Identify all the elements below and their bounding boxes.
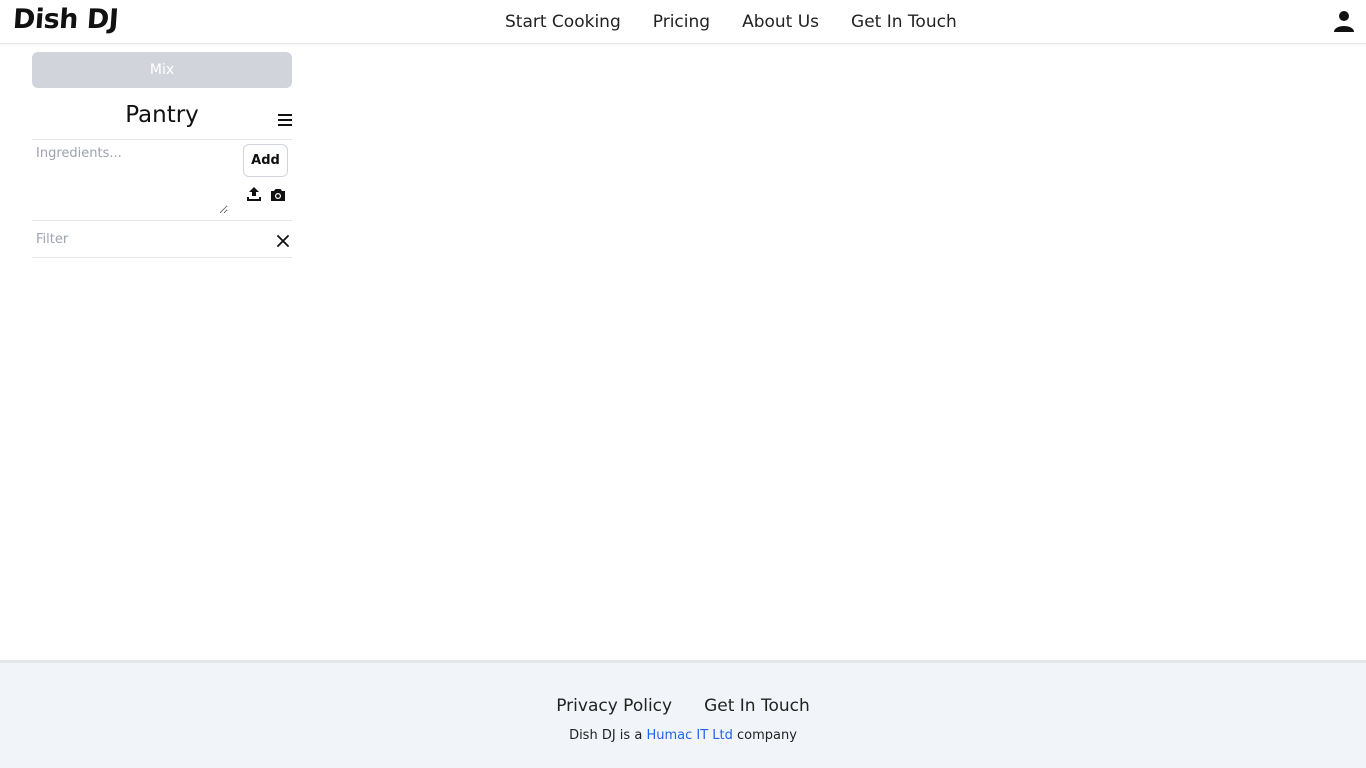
camera-icon[interactable] (270, 187, 286, 206)
footer-privacy-policy[interactable]: Privacy Policy (540, 696, 688, 716)
footer-note-suffix: company (737, 728, 797, 743)
pantry-sidebar: Mix Pantry Add (32, 52, 292, 258)
filter-input[interactable] (32, 225, 262, 253)
ingredients-input[interactable] (32, 142, 228, 214)
nav-start-cooking[interactable]: Start Cooking (489, 4, 637, 40)
hamburger-menu-icon[interactable] (278, 112, 292, 131)
footer-links: Privacy Policy Get In Touch (0, 696, 1366, 716)
add-button[interactable]: Add (243, 144, 288, 177)
mix-button[interactable]: Mix (32, 52, 292, 88)
filter-row (32, 221, 292, 258)
pantry-title: Pantry (125, 102, 199, 128)
main-nav: Start Cooking Pricing About Us Get In To… (489, 0, 973, 44)
footer-get-in-touch[interactable]: Get In Touch (688, 696, 826, 716)
pantry-header: Pantry (32, 88, 292, 140)
nav-about-us[interactable]: About Us (726, 4, 835, 40)
close-icon[interactable] (277, 232, 289, 251)
footer-note: Dish DJ is a Humac IT Ltd company (0, 728, 1366, 743)
nav-pricing[interactable]: Pricing (637, 4, 726, 40)
ingredients-area: Add (32, 140, 292, 221)
top-navbar: Dish DJ Start Cooking Pricing About Us G… (0, 0, 1366, 44)
footer-note-prefix: Dish DJ is a (569, 728, 643, 743)
user-icon[interactable] (1333, 10, 1355, 32)
nav-get-in-touch[interactable]: Get In Touch (835, 4, 973, 40)
footer: Privacy Policy Get In Touch Dish DJ is a… (0, 660, 1366, 768)
logo[interactable]: Dish DJ (12, 4, 119, 35)
humac-link[interactable]: Humac IT Ltd (646, 728, 732, 743)
upload-icon[interactable] (246, 186, 262, 206)
